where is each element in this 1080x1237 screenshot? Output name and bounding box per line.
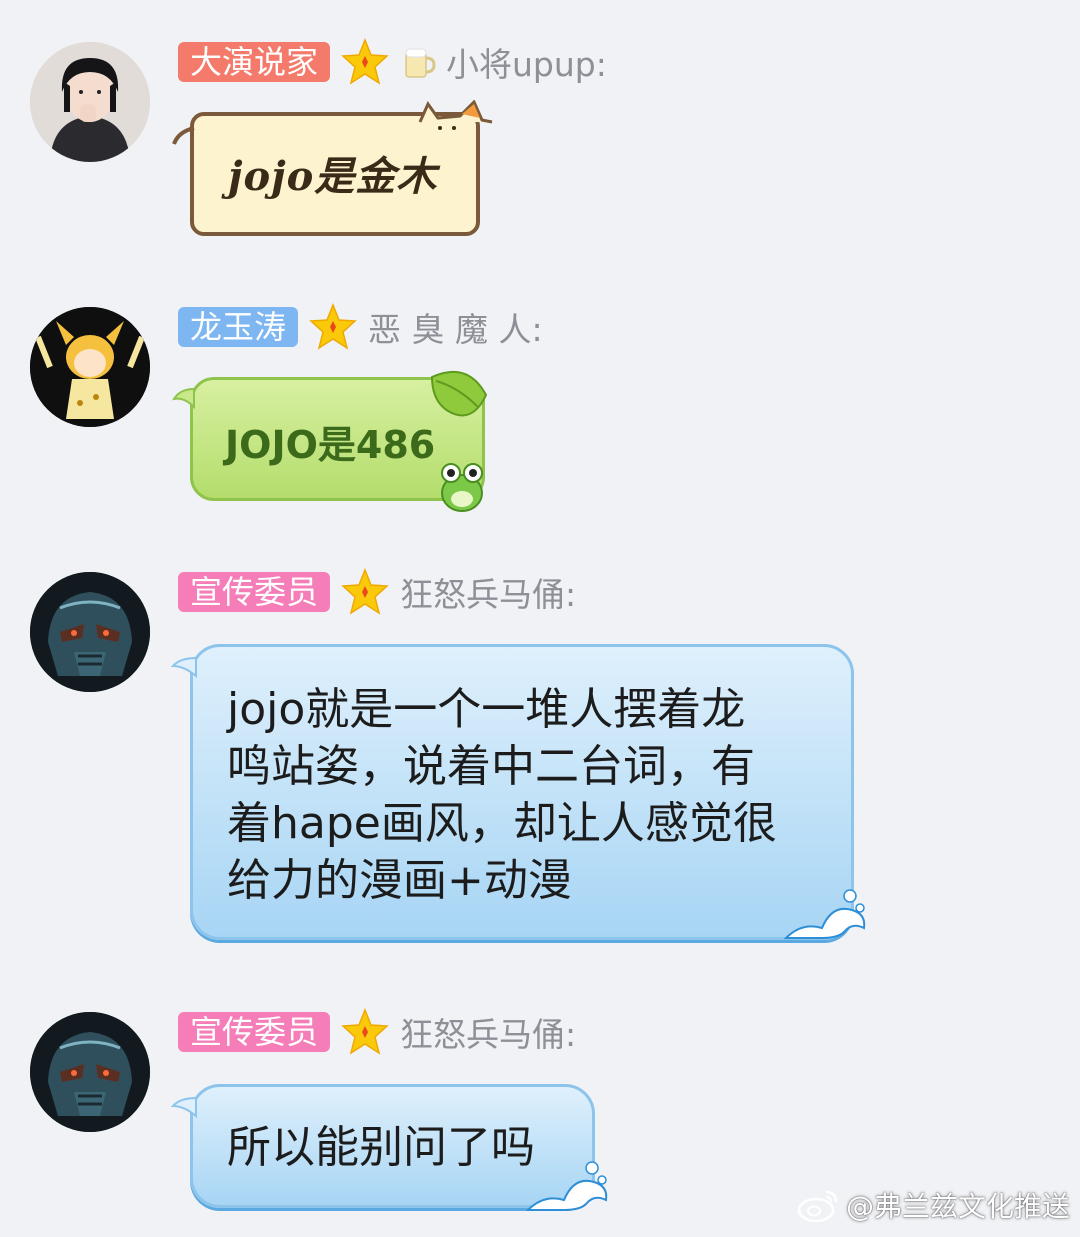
- message-text: JOJO是486: [225, 423, 436, 467]
- message-bubble[interactable]: jojo就是一个一堆人摆着龙 鸣站姿，说着中二台词，有 着hape画风，却让人感…: [190, 644, 854, 940]
- wave-icon: [525, 1161, 608, 1211]
- sender-nickname[interactable]: 小将upup:: [446, 38, 607, 86]
- avatar-image: [30, 307, 150, 427]
- star-icon: [340, 567, 390, 617]
- sender-row: 宣传委员 狂怒兵马俑:: [178, 1007, 576, 1057]
- member-title-badge[interactable]: 宣传委员: [178, 572, 331, 612]
- member-title-badge[interactable]: 宣传委员: [178, 1012, 331, 1052]
- message-text: jojo是金木: [228, 153, 438, 200]
- message-text: 所以能别问了吗: [227, 1122, 535, 1173]
- sender-nickname[interactable]: 恶 臭 魔 人:: [368, 303, 543, 351]
- bubble-tail-icon: [170, 1096, 197, 1119]
- cat-paw-icon: [172, 126, 195, 145]
- star-icon: [340, 37, 390, 87]
- sender-row: 龙玉涛 恶 臭 魔 人:: [178, 302, 543, 352]
- watermark: @弗兰兹文化推送: [796, 1185, 1070, 1225]
- member-title-badge[interactable]: 大演说家: [178, 42, 331, 82]
- cat-ears-icon: [418, 100, 493, 130]
- leaf-icon: [430, 370, 488, 417]
- member-title-badge[interactable]: 龙玉涛: [178, 307, 299, 347]
- weibo-logo-icon: [797, 1190, 838, 1222]
- avatar-image: [30, 572, 150, 692]
- avatar[interactable]: [30, 1012, 150, 1132]
- message-text: jojo就是一个一堆人摆着龙 鸣站姿，说着中二台词，有 着hape画风，却让人感…: [227, 684, 777, 906]
- watermark-text: @弗兰兹文化推送: [845, 1190, 1070, 1223]
- sender-nickname[interactable]: 狂怒兵马俑:: [400, 1008, 576, 1056]
- sender-row: 宣传委员 狂怒兵马俑:: [178, 567, 576, 617]
- bubble-tail-icon: [170, 656, 197, 679]
- sender-row: 大演说家 小将upup:: [178, 37, 607, 87]
- avatar[interactable]: [30, 572, 150, 692]
- sender-nickname[interactable]: 狂怒兵马俑:: [400, 568, 576, 616]
- star-icon: [340, 1007, 390, 1057]
- star-icon: [308, 302, 358, 352]
- avatar[interactable]: [30, 307, 150, 427]
- frog-icon: [441, 463, 483, 512]
- avatar-image: [30, 42, 150, 162]
- beer-mug-icon: [402, 43, 436, 81]
- avatar[interactable]: [30, 42, 150, 162]
- bubble-tail-icon: [171, 387, 195, 410]
- avatar-image: [30, 1012, 150, 1132]
- wave-icon: [783, 889, 866, 939]
